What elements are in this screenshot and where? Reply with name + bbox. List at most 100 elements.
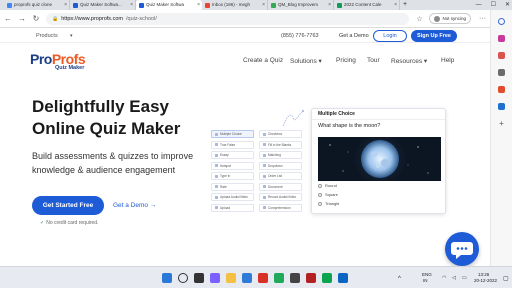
mail-icon[interactable] xyxy=(242,273,252,283)
radio-icon xyxy=(318,183,322,188)
file-explorer-icon[interactable] xyxy=(226,273,236,283)
phone-number[interactable]: (855) 776-7763 xyxy=(281,33,319,39)
question-type-item[interactable]: Matching xyxy=(259,151,302,159)
close-tab-icon[interactable]: × xyxy=(394,0,399,10)
chat-widget-button[interactable] xyxy=(445,232,479,266)
nav-tour[interactable]: Tour xyxy=(367,57,380,64)
tray-chevron-icon[interactable]: ^ xyxy=(398,276,401,282)
store-icon[interactable] xyxy=(290,273,300,283)
question-type-item[interactable]: Hotspot xyxy=(211,161,254,170)
wifi-icon[interactable]: ◠ xyxy=(442,275,446,281)
profile-avatar-icon xyxy=(434,15,441,22)
new-tab-button[interactable]: + xyxy=(400,0,410,10)
question-type-item[interactable]: Multiple Choice xyxy=(211,130,254,138)
tools-icon[interactable] xyxy=(498,52,505,59)
close-window-button[interactable]: ✕ xyxy=(505,0,510,10)
volume-icon[interactable]: ◁ xyxy=(452,275,456,281)
taskbar: ^ ENG IN ◠ ◁ ▭ 13:26 20-12-2022 ▢ xyxy=(0,266,512,288)
edge-icon[interactable] xyxy=(274,273,284,283)
outlook-icon[interactable] xyxy=(498,103,505,110)
lock-icon: 🔒 xyxy=(52,15,59,22)
games-icon[interactable] xyxy=(498,69,505,76)
card-header: Multiple Choice xyxy=(312,109,445,120)
clock-time[interactable]: 13:26 xyxy=(478,272,489,277)
region-indicator: IN xyxy=(423,278,428,283)
add-icon[interactable]: + xyxy=(498,120,505,128)
task-view-icon[interactable] xyxy=(194,273,204,283)
notification-icon[interactable]: ▢ xyxy=(503,275,509,282)
question-type-item[interactable]: Essay xyxy=(211,151,254,159)
browser-tab[interactable]: Inbox (186) - megh × xyxy=(202,0,268,10)
get-started-button[interactable]: Get Started Free xyxy=(32,196,104,215)
question-type-item[interactable]: Document xyxy=(259,182,302,191)
sync-button[interactable]: Not syncing xyxy=(429,13,471,24)
logo-subtitle: Quiz Maker xyxy=(55,65,85,71)
excel-icon[interactable] xyxy=(322,273,332,283)
nav-pricing[interactable]: Pricing xyxy=(336,57,356,64)
close-tab-icon[interactable]: × xyxy=(262,0,267,10)
nav-help[interactable]: Help xyxy=(441,57,454,64)
gmail-icon[interactable] xyxy=(258,273,268,283)
browser-tab[interactable]: proprofs quiz clone × xyxy=(4,0,70,10)
browser-tab[interactable]: QM_Blog Improvem × xyxy=(268,0,334,10)
close-tab-icon[interactable]: × xyxy=(328,0,333,10)
demo-link[interactable]: Get a Demo xyxy=(339,33,369,39)
edge-sidebar: + xyxy=(490,10,512,266)
question-type-item[interactable]: Upload xyxy=(211,203,254,212)
close-tab-icon[interactable]: × xyxy=(64,0,69,10)
question-type-item[interactable]: Upload Audio/Video xyxy=(211,193,254,201)
mcafee-icon[interactable] xyxy=(306,273,316,283)
main-nav: ProProfs Quiz Maker Create a Quiz Soluti… xyxy=(0,43,490,77)
minimize-button[interactable]: — xyxy=(476,0,482,10)
products-dropdown[interactable]: Products xyxy=(36,33,58,39)
google-icon xyxy=(7,2,12,8)
favorites-star-icon[interactable]: ☆ xyxy=(415,15,423,23)
question-type-item[interactable]: Order List xyxy=(259,172,302,180)
question-type-label: Upload Audio/Video xyxy=(220,195,248,199)
browser-tab[interactable]: 2022 Content Cale × xyxy=(334,0,400,10)
nav-create-quiz[interactable]: Create a Quiz xyxy=(243,57,283,64)
answer-option[interactable]: Triangle xyxy=(318,201,339,206)
question-type-icon xyxy=(215,195,218,199)
battery-icon[interactable]: ▭ xyxy=(462,275,467,281)
question-type-item[interactable]: Type in xyxy=(211,172,254,180)
signup-button[interactable]: Sign Up Free xyxy=(411,30,457,42)
question-type-icon xyxy=(263,132,266,136)
search-icon[interactable] xyxy=(498,18,505,25)
question-type-item[interactable]: Record Audio/Video xyxy=(259,193,302,201)
more-menu-icon[interactable]: ··· xyxy=(479,15,486,22)
question-type-item[interactable]: Dropdown xyxy=(259,161,302,170)
question-type-icon xyxy=(215,185,218,188)
question-type-item[interactable]: Checkbox xyxy=(259,130,302,138)
forward-icon[interactable]: → xyxy=(18,14,26,23)
back-icon[interactable]: ← xyxy=(4,14,12,23)
question-type-item[interactable]: Comprehension xyxy=(259,203,302,212)
get-demo-link[interactable]: Get a Demo → xyxy=(113,202,156,209)
question-type-item[interactable]: Rate xyxy=(211,182,254,191)
nav-solutions[interactable]: Solutions ▾ xyxy=(290,57,322,65)
reload-icon[interactable]: ↻ xyxy=(32,14,40,23)
docs-icon xyxy=(271,2,276,8)
teams-icon[interactable] xyxy=(338,273,348,283)
browser-tab[interactable]: Quiz Maker Softwa... × xyxy=(70,0,136,10)
shopping-icon[interactable] xyxy=(498,35,505,42)
browser-tab-active[interactable]: Quiz Maker Softwa × xyxy=(136,0,202,10)
maximize-button[interactable]: ☐ xyxy=(491,0,496,10)
nav-resources[interactable]: Resources ▾ xyxy=(391,57,427,65)
office-icon[interactable] xyxy=(498,86,505,93)
answer-option[interactable]: Square xyxy=(318,192,338,197)
no-credit-card-note: ✓ No credit card required. xyxy=(40,220,99,226)
question-type-item[interactable]: Fill in the Blanks xyxy=(259,140,302,149)
answer-option[interactable]: Round xyxy=(318,183,337,188)
question-type-label: Essay xyxy=(220,153,229,157)
url-input[interactable]: 🔒 https://www.proprofs.com/quiz-school/ xyxy=(46,12,410,25)
question-type-label: True False xyxy=(220,142,236,147)
question-type-item[interactable]: True False xyxy=(211,140,254,149)
close-tab-icon[interactable]: × xyxy=(130,0,135,10)
language-indicator[interactable]: ENG xyxy=(422,272,432,277)
browser-tab-bar: proprofs quiz clone × Quiz Maker Softwa..… xyxy=(0,0,512,10)
start-icon[interactable] xyxy=(162,273,172,283)
search-icon[interactable] xyxy=(178,273,188,283)
login-button[interactable]: Login xyxy=(373,30,407,42)
chat-app-icon[interactable] xyxy=(210,273,220,283)
